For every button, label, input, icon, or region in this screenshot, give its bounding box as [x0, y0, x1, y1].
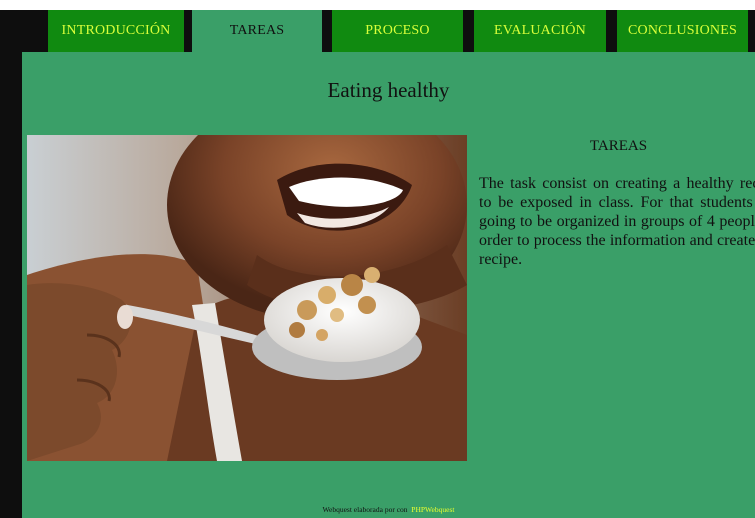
tab-proceso[interactable]: PROCESO [332, 10, 463, 52]
tab-label: EVALUACIÓN [494, 23, 586, 38]
tab-conclusiones[interactable]: CONCLUSIONES [617, 10, 748, 52]
section-title: TAREAS [589, 138, 648, 154]
tab-label: PROCESO [365, 23, 430, 38]
footer-text: Webquest elaborada por con [322, 505, 408, 514]
tab-label: INTRODUCCIÓN [61, 23, 171, 38]
window-top-strip [0, 0, 755, 10]
main-content: Eating healthy TAREAS The task consist o… [22, 52, 755, 518]
page-title: Eating healthy [327, 78, 450, 102]
tab-evaluacion[interactable]: EVALUACIÓN [474, 10, 606, 52]
tab-label: CONCLUSIONES [628, 23, 737, 38]
woman-eating-yogurt-photo [27, 135, 467, 461]
phpwebquest-link[interactable]: PHPWebquest [411, 505, 454, 514]
tab-introduccion[interactable]: INTRODUCCIÓN [48, 10, 184, 52]
tab-tareas[interactable]: TAREAS [192, 10, 322, 52]
tab-label: TAREAS [229, 23, 285, 38]
task-description: The task consist on creating a healthy r… [479, 175, 755, 268]
footer: Webquest elaborada por con PHPWebquest [22, 505, 755, 514]
